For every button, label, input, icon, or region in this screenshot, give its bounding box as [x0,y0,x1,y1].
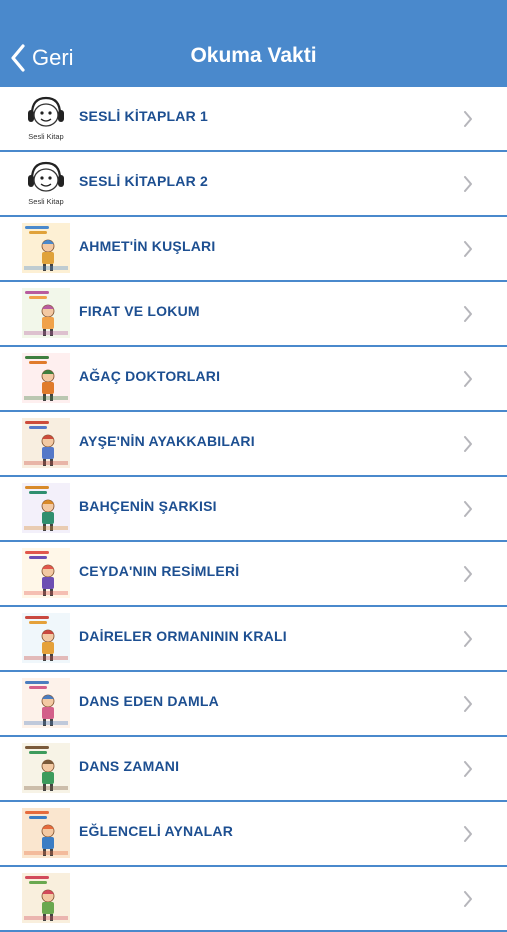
list-item[interactable]: DANS EDEN DAMLA [0,672,507,737]
svg-text:Sesli Kitap: Sesli Kitap [28,132,63,141]
chevron-right-icon [463,501,473,517]
list-item[interactable]: BAHÇENİN ŞARKISI [0,477,507,542]
list-item[interactable]: DANS ZAMANI [0,737,507,802]
chevron-right-icon [463,566,473,582]
nav-bar: Geri Okuma Vakti [0,0,507,87]
chevron-right-icon [463,241,473,257]
book-cover [21,807,71,859]
chevron-right-icon [463,371,473,387]
chevron-right-icon [463,111,473,127]
list-item-label: AHMET'İN KUŞLARI [79,238,216,254]
list-item[interactable]: EĞLENCELİ AYNALAR [0,802,507,867]
svg-text:Sesli Kitap: Sesli Kitap [28,197,63,206]
chevron-right-icon [463,176,473,192]
list-item-label: BAHÇENİN ŞARKISI [79,498,217,514]
list-item[interactable]: AYŞE'NİN AYAKKABILARI [0,412,507,477]
sesli-kitap-cover: Sesli Kitap [21,92,71,144]
list-item-label: DAİRELER ORMANININ KRALI [79,628,287,644]
list-item-label: CEYDA'NIN RESİMLERİ [79,563,240,579]
list-item[interactable]: CEYDA'NIN RESİMLERİ [0,542,507,607]
list-item[interactable]: AHMET'İN KUŞLARI [0,217,507,282]
book-cover [21,352,71,404]
list-item-label: SESLİ KİTAPLAR 1 [79,108,208,124]
book-cover [21,222,71,274]
sesli-kitap-cover: Sesli Kitap [21,157,71,209]
list-item[interactable]: Sesli Kitap SESLİ KİTAPLAR 1 [0,87,507,152]
book-cover [21,547,71,599]
list-item[interactable]: DAİRELER ORMANININ KRALI [0,607,507,672]
chevron-right-icon [463,436,473,452]
book-cover [21,612,71,664]
chevron-right-icon [463,696,473,712]
book-cover [21,872,71,924]
list-item-label: DANS ZAMANI [79,758,180,774]
book-list: Sesli Kitap SESLİ KİTAPLAR 1 Sesli Kitap… [0,87,507,932]
chevron-right-icon [463,631,473,647]
book-cover [21,482,71,534]
list-item-label: AYŞE'NİN AYAKKABILARI [79,433,255,449]
book-cover [21,417,71,469]
list-item-label: AĞAÇ DOKTORLARI [79,368,221,384]
list-item-label: SESLİ KİTAPLAR 2 [79,173,208,189]
list-item[interactable]: Sesli Kitap SESLİ KİTAPLAR 2 [0,152,507,217]
chevron-right-icon [463,761,473,777]
book-cover [21,742,71,794]
chevron-right-icon [463,826,473,842]
list-item[interactable]: AĞAÇ DOKTORLARI [0,347,507,412]
book-cover [21,287,71,339]
page-title: Okuma Vakti [190,44,317,67]
list-item-label: DANS EDEN DAMLA [79,693,219,709]
chevron-right-icon [463,891,473,907]
chevron-right-icon [463,306,473,322]
book-cover [21,677,71,729]
list-item-label: EĞLENCELİ AYNALAR [79,823,234,839]
list-item[interactable]: FIRAT VE LOKUM [0,282,507,347]
list-item-label: FIRAT VE LOKUM [79,303,200,319]
